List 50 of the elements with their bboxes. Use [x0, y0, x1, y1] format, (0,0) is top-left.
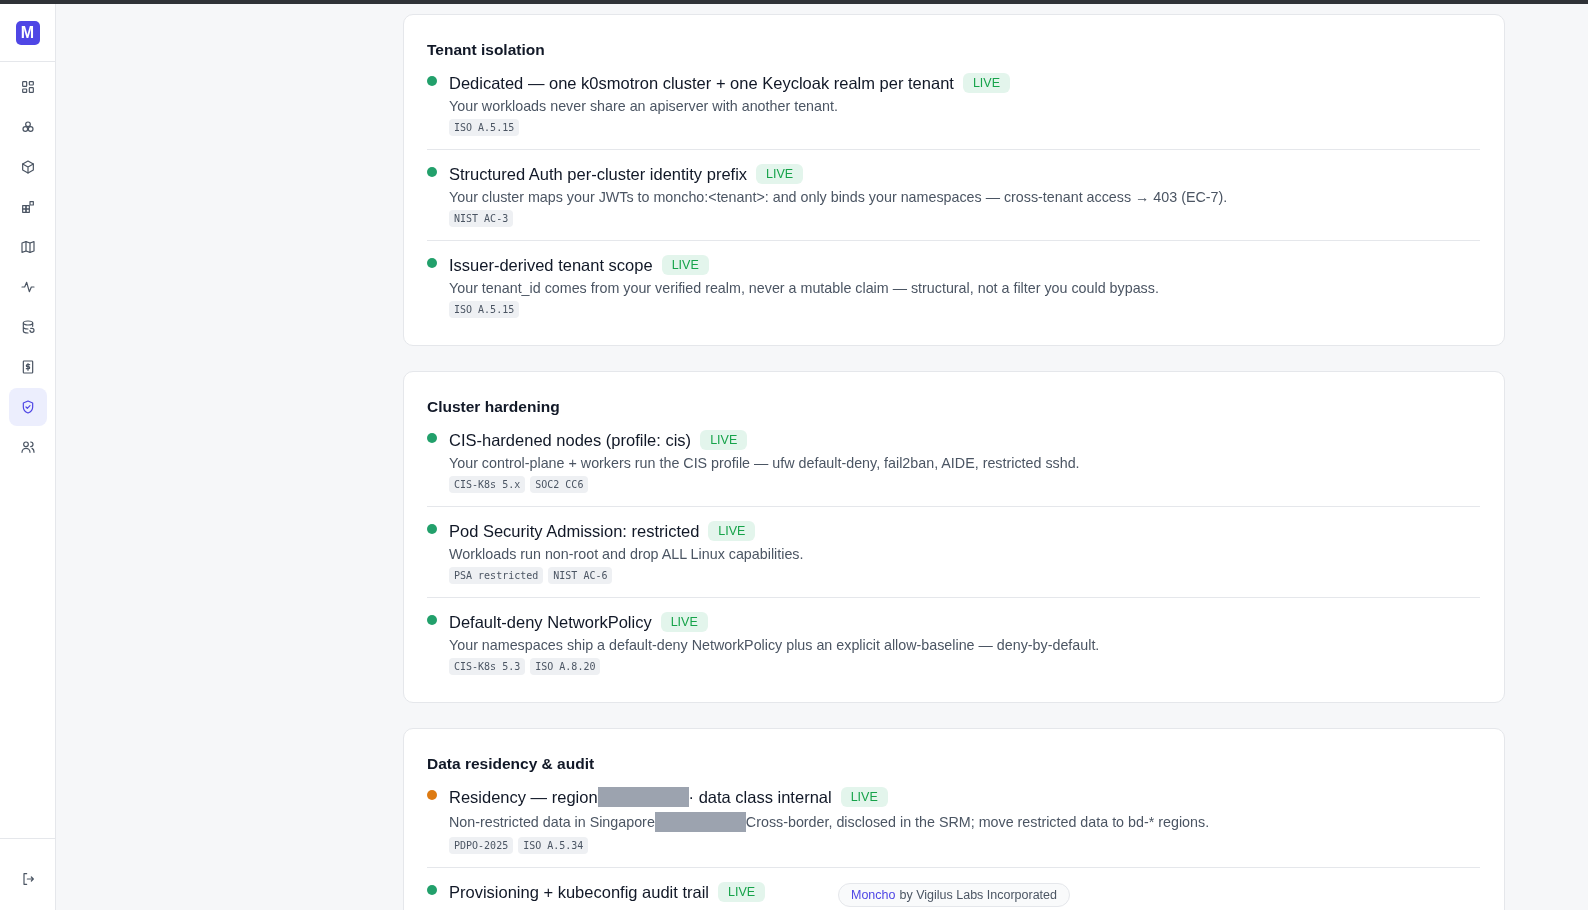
compliance-tag: ISO A.5.34 — [518, 837, 589, 854]
compliance-tag: NIST AC-3 — [449, 210, 514, 227]
status-badge: LIVE — [700, 430, 748, 450]
compliance-tag: PDPO-2025 — [449, 837, 514, 854]
control-title: Structured Auth per-cluster identity prefix — [449, 164, 748, 184]
status-badge: LIVE — [840, 787, 888, 807]
compliance-tag: CIS-K8s 5.x — [449, 476, 526, 493]
brand-link[interactable]: Moncho — [851, 888, 896, 902]
circles-icon — [19, 119, 36, 135]
cube-icon — [19, 159, 36, 175]
activity-icon — [19, 279, 36, 295]
control-title: Residency — region — [449, 787, 598, 807]
status-badge: LIVE — [756, 164, 804, 184]
nav-item[interactable] — [8, 388, 47, 426]
status-badge: LIVE — [962, 73, 1010, 93]
control-title: Issuer-derived tenant scope — [449, 255, 653, 275]
control-title: Pod Security Admission: restricted — [449, 521, 700, 541]
blocks-icon — [19, 199, 36, 215]
compliance-tag: SOC2 CC6 — [530, 476, 589, 493]
users-icon — [19, 439, 36, 455]
status-badge: LIVE — [660, 612, 708, 632]
compliance-tag: PSA restricted — [449, 567, 544, 584]
status-badge: LIVE — [708, 521, 756, 541]
control-title: CIS-hardened nodes (profile: cis) — [449, 430, 692, 450]
credit-text: by Vigilus Labs Incorporated — [899, 888, 1057, 902]
compliance-tag: ISO A.5.15 — [449, 119, 520, 136]
control-description: Your namespaces ship a default-deny NetworkPolicy plus an explicit allow-baseline — deny-by-default. — [449, 637, 1100, 653]
control-title: Dedicated — one k0smotron cluster + one Keycloak realm per tenant — [449, 73, 954, 93]
map-icon — [19, 239, 36, 255]
control-description: Your control-plane + workers run the CIS profile — ufw default-deny, fail2ban, AIDE, restricted sshd. — [449, 455, 1080, 471]
status-badge: LIVE — [661, 255, 709, 275]
section-title: Tenant isolation — [427, 41, 546, 59]
section-title: Cluster hardening — [427, 398, 561, 416]
control-description: Non-restricted data in Singapore — [449, 814, 655, 830]
status-badge: LIVE — [718, 882, 766, 902]
compliance-tag: NIST AC-6 — [548, 567, 613, 584]
control-title: Default-deny NetworkPolicy — [449, 612, 652, 632]
control-description: Cross-border, disclosed in the SRM; move restricted data to bd-* regions. — [745, 814, 1210, 830]
compliance-tag: ISO A.8.20 — [530, 658, 601, 675]
control-description: Your tenant_id comes from your verified realm, never a mutable claim — structural, not a filter you could bypass. — [449, 280, 1159, 296]
app-logo[interactable]: M — [15, 20, 40, 45]
control-title: · data class internal — [688, 787, 832, 807]
control-description: Your workloads never share an apiserver with another tenant. — [449, 98, 838, 114]
control-description: Your cluster maps your JWTs to moncho:<tenant>: and only binds your namespaces — cross-tenant access → 403 (EC-7). — [449, 189, 1228, 205]
section-title: Data residency & audit — [427, 755, 596, 773]
compliance-tag: CIS-K8s 5.3 — [449, 658, 526, 675]
control-title: Provisioning + kubeconfig audit trail — [449, 882, 710, 902]
control-description: Workloads run non-root and drop ALL Linux capabilities. — [449, 546, 804, 562]
compliance-tag: ISO A.5.15 — [449, 301, 520, 318]
grid-icon — [19, 79, 36, 95]
